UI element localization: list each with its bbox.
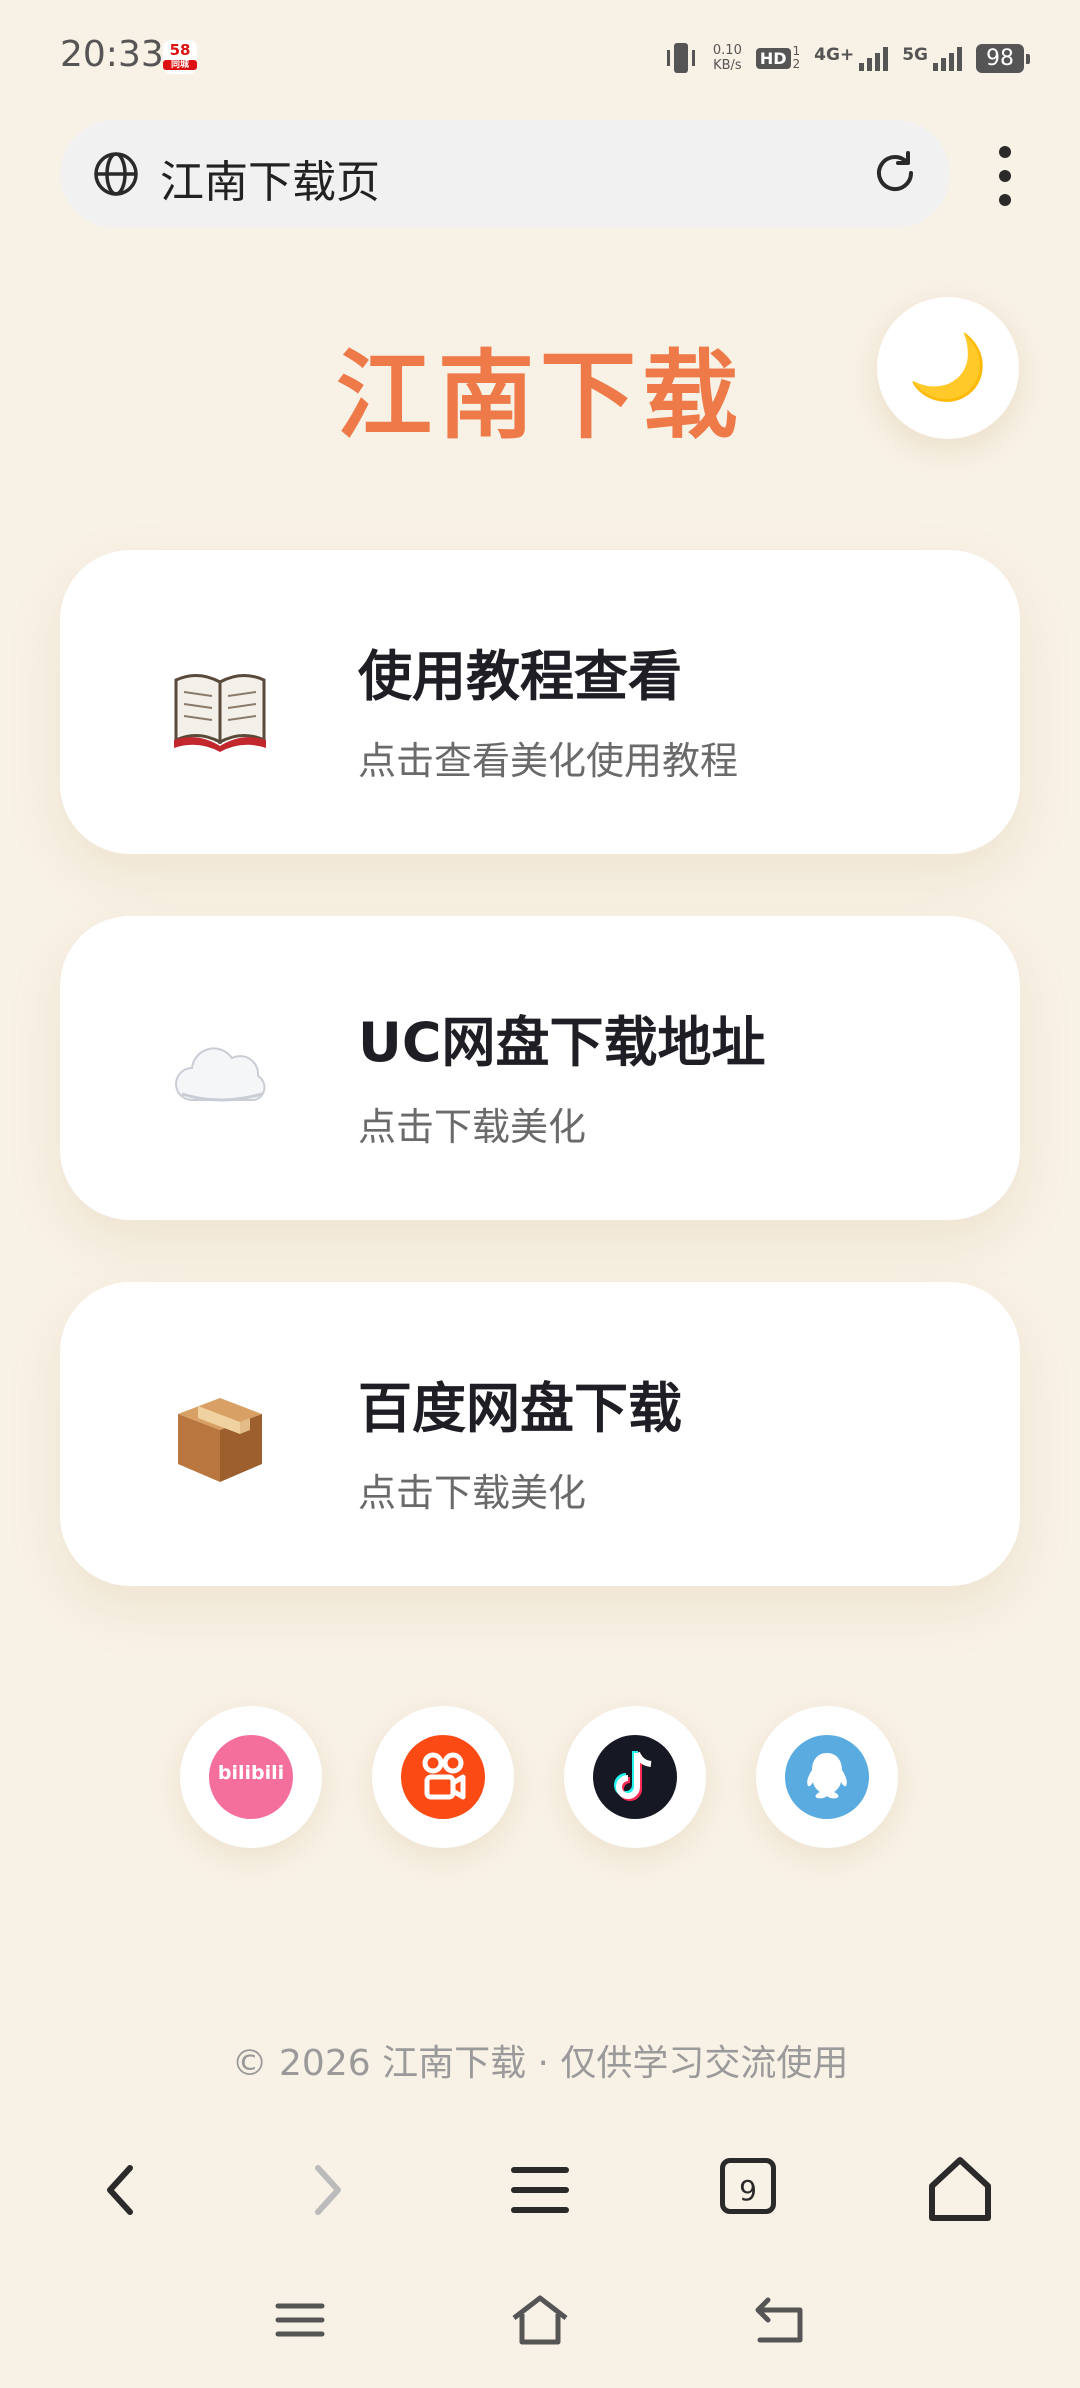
system-recents-icon[interactable] bbox=[270, 2290, 330, 2350]
signal-5g-label: 5G bbox=[902, 45, 928, 65]
douyin-button[interactable] bbox=[564, 1706, 706, 1848]
hd-sims: 1 2 bbox=[793, 45, 801, 71]
hd-sim2: 2 bbox=[792, 57, 801, 71]
globe-icon bbox=[94, 152, 138, 196]
card-subtitle: 点击下载美化 bbox=[358, 1105, 587, 1149]
qq-icon bbox=[785, 1735, 869, 1819]
more-menu-icon[interactable] bbox=[990, 146, 1020, 206]
signal-4g-icon: 4G+ bbox=[814, 45, 889, 71]
battery-icon: 98 bbox=[976, 43, 1030, 73]
forward-icon[interactable] bbox=[278, 2140, 378, 2240]
bilibili-wordmark: bilibili bbox=[217, 1762, 285, 1784]
app-badge-sub: 同城 bbox=[163, 60, 197, 70]
bilibili-button[interactable]: bilibili bbox=[180, 1706, 322, 1848]
signal-5g-icon: 5G bbox=[902, 45, 962, 71]
douyin-icon bbox=[593, 1735, 677, 1819]
network-speed: 0.10 KB/s bbox=[713, 43, 742, 73]
card-subtitle: 点击查看美化使用教程 bbox=[358, 739, 739, 783]
page-url-title: 江南下载页 bbox=[160, 157, 380, 208]
58-app-notification-icon: 58 同城 bbox=[163, 40, 197, 74]
back-icon[interactable] bbox=[70, 2140, 170, 2240]
home-icon[interactable] bbox=[910, 2140, 1010, 2240]
hd-voice-indicator: HD 1 2 bbox=[755, 45, 801, 71]
moon-icon: 🌙 bbox=[908, 331, 988, 405]
cloud-icon bbox=[175, 1047, 266, 1102]
status-bar: 20:33 58 同城 0.10 KB/s HD 1 2 4G+ 5G 98 bbox=[0, 0, 1080, 116]
hd-label: HD bbox=[755, 47, 791, 69]
qq-button[interactable] bbox=[756, 1706, 898, 1848]
kuaishou-button[interactable] bbox=[372, 1706, 514, 1848]
bilibili-icon: bilibili bbox=[209, 1735, 293, 1819]
reload-icon[interactable] bbox=[870, 148, 920, 198]
net-speed-value: 0.10 bbox=[712, 43, 742, 58]
tab-switcher-button[interactable]: 9 bbox=[720, 2158, 776, 2214]
footer-copyright: © 2026 江南下载 · 仅供学习交流使用 bbox=[231, 2043, 849, 2084]
system-back-icon[interactable] bbox=[750, 2290, 810, 2350]
vibrate-icon bbox=[666, 43, 695, 73]
uc-drive-card[interactable]: UC网盘下载地址 点击下载美化 bbox=[60, 916, 1020, 1220]
kuaishou-icon bbox=[401, 1735, 485, 1819]
signal-4g-label: 4G+ bbox=[814, 45, 855, 65]
menu-icon[interactable] bbox=[490, 2140, 590, 2240]
app-badge-number: 58 bbox=[169, 41, 191, 59]
card-title: UC网盘下载地址 bbox=[358, 1011, 766, 1074]
system-icons: 0.10 KB/s HD 1 2 4G+ 5G 98 bbox=[663, 38, 1030, 78]
card-title: 使用教程查看 bbox=[358, 645, 682, 708]
address-bar[interactable]: 江南下载页 bbox=[60, 120, 950, 228]
package-icon bbox=[178, 1398, 262, 1482]
theme-toggle-button[interactable]: 🌙 bbox=[877, 297, 1019, 439]
net-speed-unit: KB/s bbox=[713, 58, 742, 73]
open-book-icon bbox=[174, 674, 266, 752]
card-subtitle: 点击下载美化 bbox=[358, 1471, 587, 1515]
status-time: 20:33 bbox=[60, 34, 164, 75]
baidu-drive-card[interactable]: 百度网盘下载 点击下载美化 bbox=[60, 1282, 1020, 1586]
card-title: 百度网盘下载 bbox=[358, 1377, 682, 1440]
tutorial-card[interactable]: 使用教程查看 点击查看美化使用教程 bbox=[60, 550, 1020, 854]
system-home-icon[interactable] bbox=[510, 2290, 570, 2350]
